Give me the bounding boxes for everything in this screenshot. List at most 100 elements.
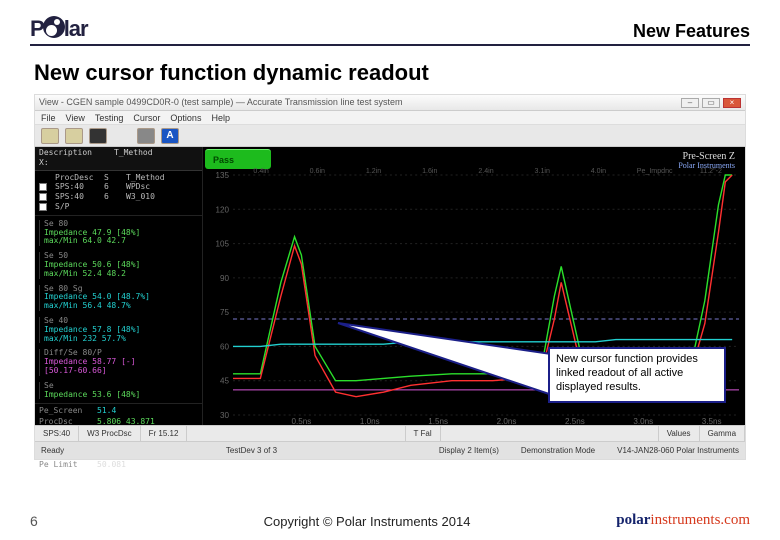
row2-s: 6 [104,193,122,202]
toolbar: A [35,125,745,147]
row3-method [126,203,186,212]
f1-2: Fr 15.12 [141,426,188,441]
svg-text:0.4in: 0.4in [253,168,268,175]
f1-spacer [187,426,405,441]
stat-block: SeImpedance 53.6 [48%] [39,382,198,400]
left-tab-desc[interactable]: Description [39,149,92,158]
close-button[interactable]: × [723,98,741,108]
row1-method: WPDsc [126,183,186,192]
callout-box: New cursor function provides linked read… [548,347,726,403]
svg-text:60: 60 [220,342,230,351]
status-version: V14-JAN28-060 Polar Instruments [617,442,739,459]
row1-proc: SPS:40 [55,183,100,192]
col-method: T_Method [126,174,186,183]
status-ready: Ready [41,442,64,459]
svg-text:11.2"-2: 11.2"-2 [700,168,722,175]
svg-text:30: 30 [220,411,230,420]
section-label: New Features [633,22,750,40]
stat-block: Se 80Impedance 47.9 [48%]max/Min 64.0 42… [39,220,198,246]
col-s: S [104,174,122,183]
f1-values: Values [659,426,700,441]
slide-header: P lar New Features [30,16,750,46]
row1-s: 6 [104,183,122,192]
svg-text:4.0in: 4.0in [591,168,606,175]
readout-row: Pe Limit50.081 [39,461,198,470]
menubar: File View Testing Cursor Options Help [35,111,745,125]
left-tab-x: X: [39,159,49,168]
row3-s [104,203,122,212]
status-strip: SPS:40 W3 ProcDsc Fr 15.12 T Fal Values … [35,425,745,441]
slide-title: New cursor function dynamic readout [34,62,750,84]
svg-text:75: 75 [220,308,230,317]
process-table: ProcDesc S T_Method SPS:40 6 WPDsc SPS:4… [35,171,202,216]
stats-panel: Se 80Impedance 47.9 [48%]max/Min 64.0 42… [35,216,202,404]
stat-block: Diff/Se 80/PImpedance 58.77 [-][50.17-60… [39,349,198,375]
polar-logo: P lar [30,16,88,40]
left-panel: Description T_Method X: ProcDesc S T_Met… [35,147,203,425]
svg-text:2.4in: 2.4in [478,168,493,175]
f1-gamma: Gamma [700,426,745,441]
svg-text:105: 105 [215,240,229,249]
status-testdev: TestDev 3 of 3 [226,442,277,459]
logo-globe-icon [43,16,65,38]
f1-4: T Fal [406,426,441,441]
svg-text:120: 120 [215,205,229,214]
left-tabs: Description T_Method X: [35,147,202,171]
window-titlebar: View - CGEN sample 0499CD0R-0 (test samp… [35,95,745,111]
menu-view[interactable]: View [66,111,85,124]
f1-0: SPS:40 [35,426,79,441]
slide-footer: 6 Copyright © Polar Instruments 2014 pol… [30,513,750,528]
row3-check[interactable] [39,203,47,211]
minimize-button[interactable]: – [681,98,699,108]
slide-root: P lar New Features New cursor function d… [0,0,780,540]
pass-badge: Pass [205,149,271,169]
window-buttons: – ▭ × [681,98,741,108]
svg-text:3.1in: 3.1in [535,168,550,175]
readout-row: Pe_Screen51.4 [39,407,198,416]
stat-block: Se 80 SgImpedance 54.0 [48.7%]max/Min 56… [39,285,198,311]
menu-options[interactable]: Options [170,111,201,124]
folder-open-icon[interactable] [41,128,59,144]
row2-proc: SPS:40 [55,193,100,202]
row3-proc: S/P [55,203,100,212]
logo-letter-p: P [30,18,44,40]
logo-letters-lar: lar [64,18,88,40]
svg-text:135: 135 [215,171,229,180]
menu-file[interactable]: File [41,111,56,124]
grey-tool-icon[interactable] [137,128,155,144]
folder-icon[interactable] [65,128,83,144]
svg-text:1.6in: 1.6in [422,168,437,175]
row1-check[interactable] [39,183,47,191]
left-tab-method[interactable]: T_Method [114,149,153,158]
menu-cursor[interactable]: Cursor [133,111,160,124]
callout-text: New cursor function provides linked read… [556,353,698,393]
mode-a-button[interactable]: A [161,128,179,144]
camera-icon[interactable] [89,128,107,144]
brand-part2: instruments.com [650,512,750,528]
row2-check[interactable] [39,193,47,201]
row2-method: W3_010 [126,193,186,202]
col-check [39,174,51,183]
status-mode: Demonstration Mode [521,442,595,459]
brand-part1: polar [616,512,650,528]
f1-1: W3 ProcDsc [79,426,140,441]
stat-block: Se 50Impedance 50.6 [48%]max/Min 52.4 48… [39,252,198,278]
svg-text:45: 45 [220,377,230,386]
f1-spacer2 [441,426,659,441]
menu-testing[interactable]: Testing [95,111,124,124]
svg-text:Pe_Impdnc: Pe_Impdnc [637,168,673,175]
statusbar: Ready TestDev 3 of 3 Display 2 Item(s) D… [35,441,745,459]
page-number: 6 [30,514,38,528]
stat-block: Se 40Impedance 57.8 [48%]max/Min 232 57.… [39,317,198,343]
callout-pointer [338,349,558,409]
window-title-text: View - CGEN sample 0499CD0R-0 (test samp… [39,98,402,107]
status-display: Display 2 Item(s) [439,442,499,459]
maximize-button[interactable]: ▭ [702,98,720,108]
svg-text:1.2in: 1.2in [366,168,381,175]
copyright: Copyright © Polar Instruments 2014 [264,515,471,528]
col-proc: ProcDesc [55,174,100,183]
svg-text:90: 90 [220,274,230,283]
brand-url: polarinstruments.com [616,513,750,528]
svg-text:0.6in: 0.6in [310,168,325,175]
menu-help[interactable]: Help [211,111,230,124]
